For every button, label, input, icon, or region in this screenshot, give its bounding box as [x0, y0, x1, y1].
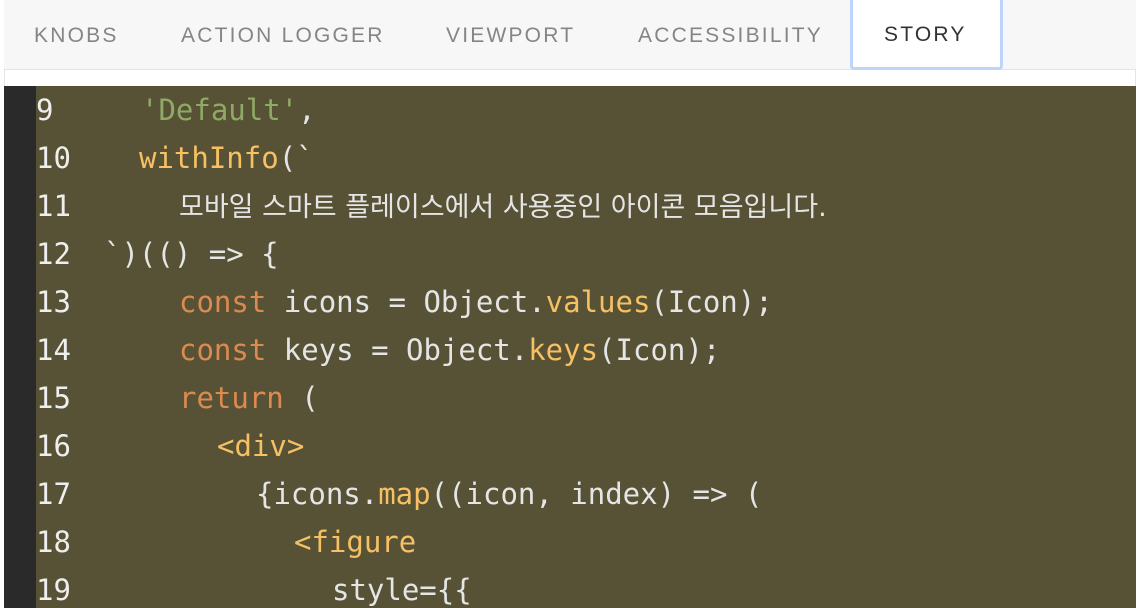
code-content: const keys = Object.keys(Icon);: [179, 326, 720, 374]
code-token: values: [545, 285, 651, 319]
code-token: {icons.: [256, 477, 379, 511]
code-content: <div>: [217, 422, 304, 470]
code-token: const: [179, 333, 267, 367]
code-token: (Icon);: [598, 333, 721, 367]
code-token: 모바일 스마트 플레이스에서 사용중인 아이콘 모음입니다.: [179, 192, 827, 223]
code-token: (: [283, 381, 319, 415]
tab-accessibility[interactable]: ACCESSIBILITY: [638, 0, 823, 70]
code-content: return (: [179, 374, 319, 422]
code-content: `)(() => {: [104, 230, 279, 278]
code-content: {icons.map((icon, index) => (: [256, 470, 762, 518]
code-token: map: [378, 477, 431, 511]
code-token: keys = Object.: [266, 333, 529, 367]
story-source-code: 9 'Default', 10 withInfo(` 11 모바일 스마트 플레이스에서 …: [4, 86, 1136, 608]
code-token: icons = Object.: [266, 285, 546, 319]
code-content: 모바일 스마트 플레이스에서 사용중인 아이콘 모음입니다.: [179, 182, 827, 232]
code-token: const: [179, 285, 267, 319]
code-token: ((icon, index) => (: [430, 477, 763, 511]
code-token: return: [179, 381, 284, 415]
code-token: <div>: [217, 429, 305, 463]
tab-viewport[interactable]: VIEWPORT: [446, 0, 575, 70]
code-content: const icons = Object.values(Icon);: [179, 278, 773, 326]
tab-knobs[interactable]: KNOBS: [34, 0, 119, 70]
code-token: keys: [528, 333, 599, 367]
code-token: style={{: [332, 573, 472, 607]
code-token: ,: [298, 93, 316, 127]
code-token: withInfo: [139, 141, 279, 175]
code-gutter: [4, 86, 36, 608]
addons-tab-bar: KNOBS ACTION LOGGER VIEWPORT ACCESSIBILI…: [4, 0, 1136, 70]
code-token: (Icon);: [650, 285, 773, 319]
tab-story[interactable]: STORY: [850, 0, 1003, 70]
code-token: (`: [278, 141, 314, 175]
tab-action-logger[interactable]: ACTION LOGGER: [181, 0, 385, 70]
code-content: style={{: [332, 566, 472, 608]
code-token: <figure: [294, 525, 417, 559]
code-content: 'Default',: [141, 86, 316, 134]
code-token: 'Default': [141, 93, 299, 127]
code-content: withInfo(`: [139, 134, 314, 182]
code-content: <figure: [294, 518, 416, 566]
code-token: `)(() => {: [104, 237, 279, 271]
